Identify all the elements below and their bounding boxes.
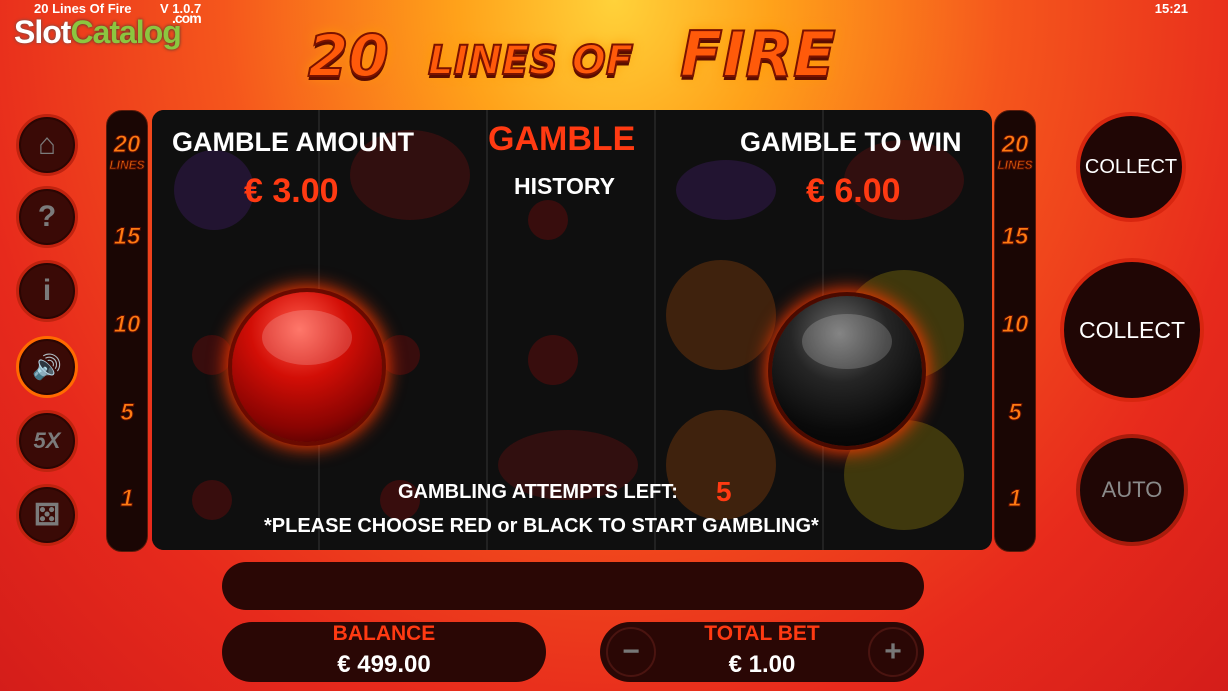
history-label: HISTORY: [514, 173, 615, 199]
info-button[interactable]: i: [16, 260, 78, 322]
line-marker-10: 10: [113, 311, 141, 339]
plum-icon: [174, 150, 254, 230]
slotcatalog-watermark: SlotCatalog .com: [14, 10, 202, 50]
sound-button[interactable]: 🔊: [16, 336, 78, 398]
home-button[interactable]: ⌂: [16, 114, 78, 176]
dice-button[interactable]: ⚄: [16, 484, 78, 546]
clock: 15:21: [1154, 1, 1188, 16]
question-icon: ?: [37, 200, 57, 233]
orange-icon: [666, 260, 776, 370]
minus-icon: −: [622, 635, 640, 668]
line-marker-10: 10: [1001, 311, 1029, 339]
message-bar: [222, 562, 924, 610]
line-marker-20: 20 LINES: [997, 131, 1033, 172]
attempts-value: 5: [716, 476, 732, 507]
gamble-instruction: *PLEASE CHOOSE RED or BLACK TO START GAM…: [264, 515, 819, 537]
gamble-amount-label: GAMBLE AMOUNT: [172, 127, 414, 157]
cherry-icon: [528, 200, 568, 240]
line-marker-15: 15: [1001, 223, 1029, 251]
increase-bet-button[interactable]: +: [868, 627, 918, 677]
game-logo: 20 LINES OF FIRE: [307, 17, 837, 92]
gamble-amount-value: € 3.00: [244, 172, 339, 210]
cherry-icon: [380, 335, 420, 375]
info-icon: i: [42, 274, 52, 307]
collect-button-main[interactable]: COLLECT: [1060, 258, 1204, 402]
gamble-to-win-label: GAMBLE TO WIN: [740, 127, 962, 157]
balance-label: BALANCE: [332, 622, 436, 645]
cherry-icon: [528, 335, 578, 385]
attempts-label: GAMBLING ATTEMPTS LEFT:: [398, 481, 678, 503]
gamble-title: GAMBLE: [488, 120, 636, 158]
auto-button[interactable]: AUTO: [1076, 434, 1188, 546]
line-marker-5: 5: [1008, 399, 1022, 427]
line-marker-20: 20 LINES: [109, 131, 145, 172]
line-marker-1: 1: [1008, 485, 1022, 513]
line-marker-1: 1: [120, 485, 134, 513]
lines-indicator-left: 20 LINES 15 10 5 1: [106, 110, 148, 552]
speaker-icon: 🔊: [32, 353, 62, 381]
5x-icon: 5X: [33, 428, 61, 453]
lines-indicator-right: 20 LINES 15 10 5 1: [994, 110, 1036, 552]
turbo-button[interactable]: 5X: [16, 410, 78, 472]
red-choice-button[interactable]: [232, 292, 382, 442]
gamble-to-win-value: € 6.00: [806, 172, 901, 210]
home-icon: ⌂: [37, 128, 57, 161]
plus-icon: +: [884, 635, 902, 668]
grapes-icon: [676, 160, 776, 220]
dice-icon: ⚄: [33, 498, 61, 532]
cherry-icon: [192, 480, 232, 520]
balance-value: € 499.00: [337, 651, 431, 678]
balance-panel: BALANCE € 499.00: [222, 622, 546, 682]
black-choice-button[interactable]: [772, 296, 922, 446]
line-marker-15: 15: [113, 223, 141, 251]
help-button[interactable]: ?: [16, 186, 78, 248]
line-marker-5: 5: [120, 399, 134, 427]
cherry-icon: [192, 335, 232, 375]
collect-button-small[interactable]: COLLECT: [1076, 112, 1186, 222]
decrease-bet-button[interactable]: −: [606, 627, 656, 677]
